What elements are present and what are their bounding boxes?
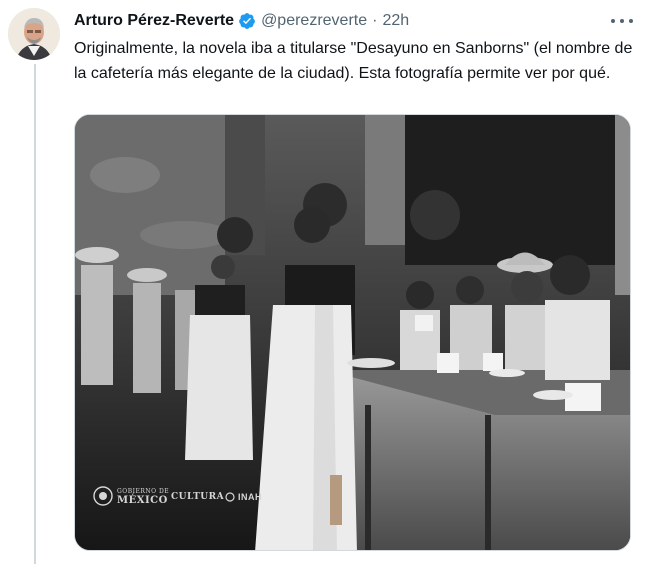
watermark-gobierno: GOBIERNO DE MÉXICO (93, 486, 169, 506)
watermark-inah-text: INAH (238, 492, 262, 502)
tweet-timestamp[interactable]: 22h (382, 12, 409, 30)
thread-line (34, 64, 36, 564)
author-avatar[interactable] (8, 8, 60, 60)
more-options-icon[interactable] (611, 12, 633, 30)
watermark-inah: INAH (225, 492, 262, 502)
avatar-image (8, 8, 60, 60)
inah-logo-icon (225, 492, 235, 502)
tweet-photo[interactable]: GOBIERNO DE MÉXICO CULTURA INAH (74, 114, 631, 551)
author-handle[interactable]: @perezreverte (261, 12, 367, 30)
author-name[interactable]: Arturo Pérez-Reverte (74, 12, 234, 30)
separator-dot: · (372, 12, 378, 29)
watermark-gobierno-line2: MÉXICO (117, 495, 168, 506)
tweet-header: Arturo Pérez-Reverte @perezreverte · 22h (74, 10, 635, 32)
tweet-text: Originalmente, la novela iba a titularse… (74, 40, 633, 82)
watermark-cultura: CULTURA (171, 492, 225, 502)
seal-icon (93, 486, 113, 506)
verified-badge-icon (238, 12, 256, 30)
